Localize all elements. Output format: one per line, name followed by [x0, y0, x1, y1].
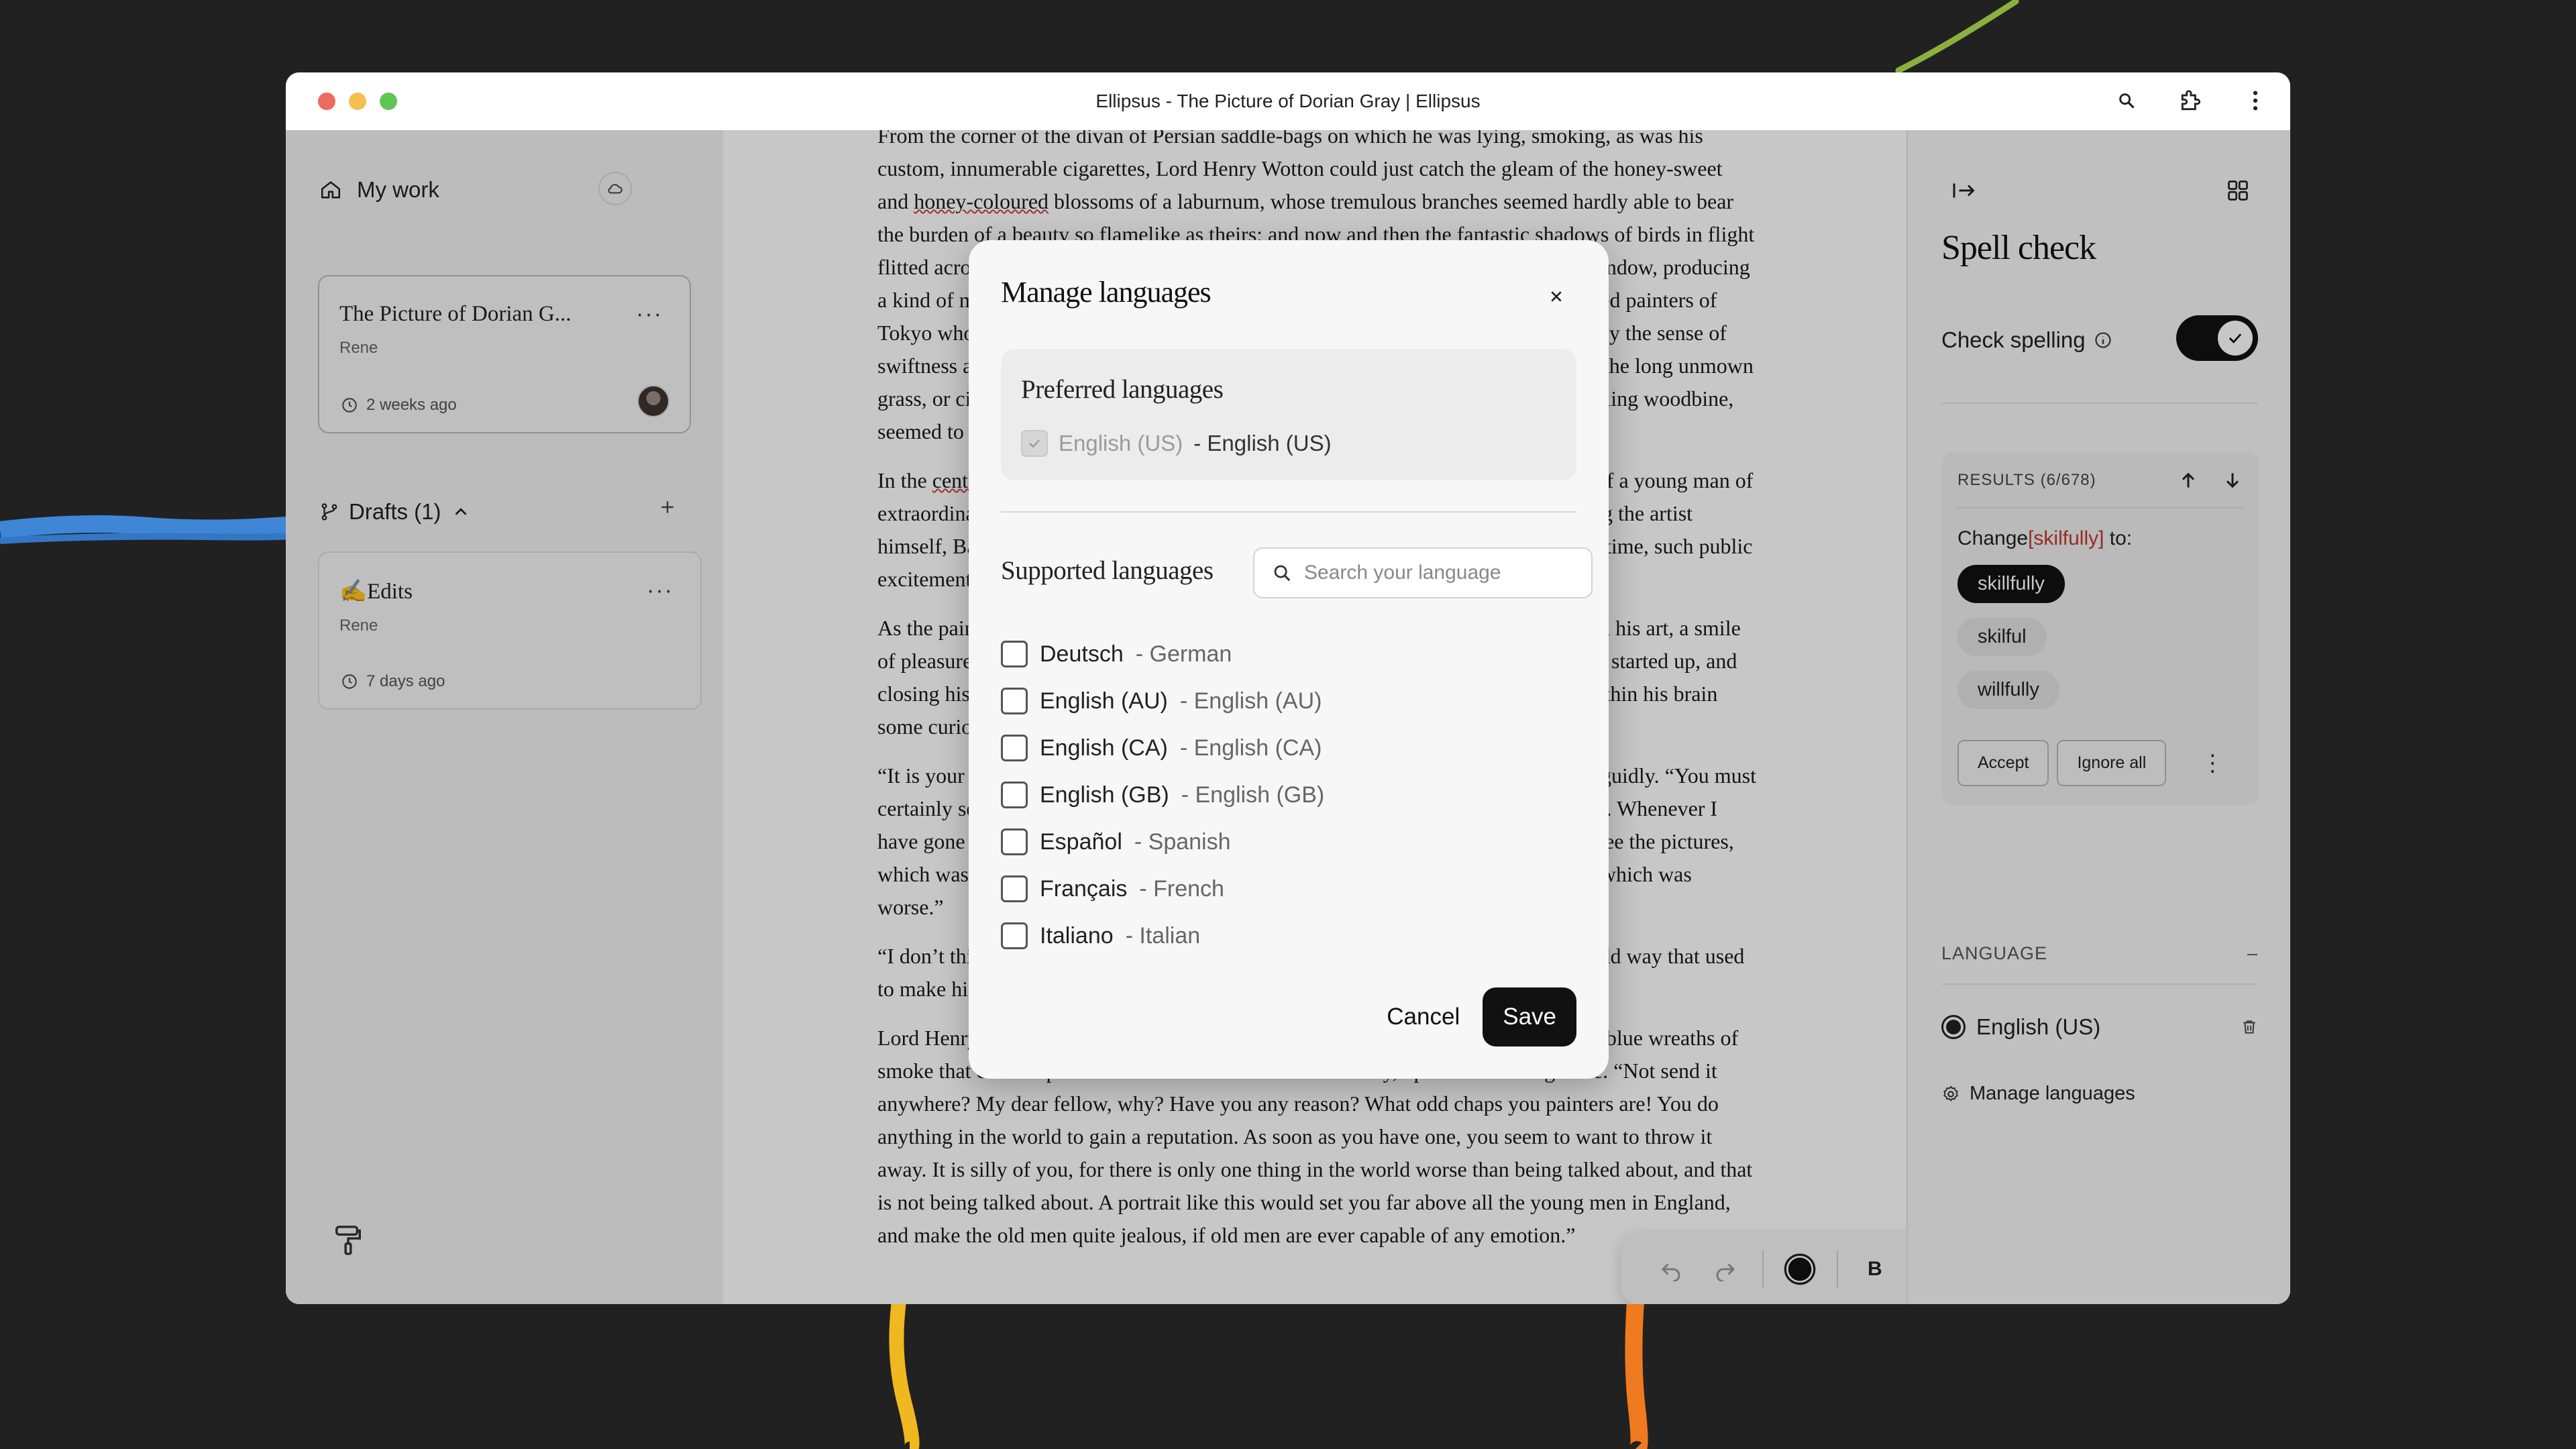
- language-checkbox[interactable]: [1001, 641, 1028, 667]
- extensions-icon[interactable]: [2176, 86, 2206, 115]
- zoom-icon[interactable]: [2112, 86, 2141, 115]
- maximize-window-button[interactable]: [380, 93, 397, 110]
- language-search-input[interactable]: [1304, 561, 1572, 584]
- window-controls: [318, 93, 397, 110]
- language-native-name: Italiano: [1040, 922, 1114, 949]
- preferred-language-checkbox: [1021, 430, 1048, 457]
- language-option[interactable]: Français - French: [1001, 865, 1324, 912]
- search-icon: [1274, 565, 1291, 582]
- dialog-actions: Cancel Save: [1387, 987, 1576, 1046]
- preferred-language-english: - English (US): [1193, 431, 1332, 455]
- cancel-button[interactable]: Cancel: [1387, 1004, 1460, 1030]
- app-window: Ellipsus - The Picture of Dorian Gray | …: [286, 72, 2290, 1304]
- language-checkbox[interactable]: [1001, 875, 1028, 902]
- close-window-button[interactable]: [318, 93, 335, 110]
- language-english-name: - French: [1139, 875, 1224, 902]
- language-checkbox[interactable]: [1001, 782, 1028, 808]
- close-icon: [1551, 291, 1562, 302]
- language-option[interactable]: Italiano - Italian: [1001, 912, 1324, 959]
- language-search[interactable]: [1253, 547, 1593, 598]
- background-stroke-green: [1895, 0, 2019, 74]
- browser-actions: [2112, 86, 2270, 115]
- language-option[interactable]: Español - Spanish: [1001, 818, 1324, 865]
- language-english-name: - English (AU): [1179, 688, 1322, 714]
- preferred-language-item: English (US) - English (US): [1021, 430, 1556, 457]
- language-english-name: - Spanish: [1134, 828, 1231, 855]
- language-english-name: - Italian: [1125, 922, 1201, 949]
- language-option[interactable]: English (GB) - English (GB): [1001, 771, 1324, 818]
- language-native-name: English (GB): [1040, 782, 1169, 808]
- window-title: Ellipsus - The Picture of Dorian Gray | …: [1095, 91, 1481, 111]
- background-stroke-blue: [0, 515, 295, 544]
- language-native-name: English (CA): [1040, 735, 1168, 761]
- language-checkbox[interactable]: [1001, 922, 1028, 949]
- background-stroke-orange: [1625, 1301, 1648, 1449]
- manage-languages-dialog: Manage languages Preferred languages Eng…: [969, 240, 1609, 1079]
- background-stroke-yellow: [889, 1301, 920, 1449]
- language-checkbox[interactable]: [1001, 828, 1028, 855]
- language-native-name: Español: [1040, 828, 1122, 855]
- language-native-name: Deutsch: [1040, 641, 1124, 667]
- language-option[interactable]: English (AU) - English (AU): [1001, 678, 1324, 724]
- language-checkbox[interactable]: [1001, 735, 1028, 761]
- more-menu-icon[interactable]: [2241, 86, 2270, 115]
- language-native-name: Français: [1040, 875, 1128, 902]
- language-checkbox[interactable]: [1001, 688, 1028, 714]
- language-english-name: - English (CA): [1179, 735, 1322, 761]
- preferred-language-native: English (US): [1059, 431, 1183, 455]
- supported-languages-list: Deutsch - German English (AU) - English …: [1001, 631, 1324, 959]
- title-bar: Ellipsus - The Picture of Dorian Gray | …: [286, 72, 2290, 130]
- language-option[interactable]: Deutsch - German: [1001, 631, 1324, 678]
- close-dialog-button[interactable]: [1546, 286, 1567, 307]
- preferred-languages-section: Preferred languages English (US) - Engli…: [1001, 349, 1576, 480]
- preferred-languages-title: Preferred languages: [1021, 375, 1224, 404]
- language-native-name: English (AU): [1040, 688, 1168, 714]
- language-option[interactable]: English (CA) - English (CA): [1001, 724, 1324, 771]
- check-icon: [1029, 439, 1040, 448]
- dialog-title: Manage languages: [1001, 276, 1212, 309]
- language-english-name: - English (GB): [1181, 782, 1325, 808]
- save-button[interactable]: Save: [1483, 987, 1576, 1046]
- minimize-window-button[interactable]: [349, 93, 366, 110]
- dialog-divider: [1001, 511, 1576, 513]
- language-english-name: - German: [1135, 641, 1232, 667]
- supported-languages-title: Supported languages: [1001, 556, 1214, 585]
